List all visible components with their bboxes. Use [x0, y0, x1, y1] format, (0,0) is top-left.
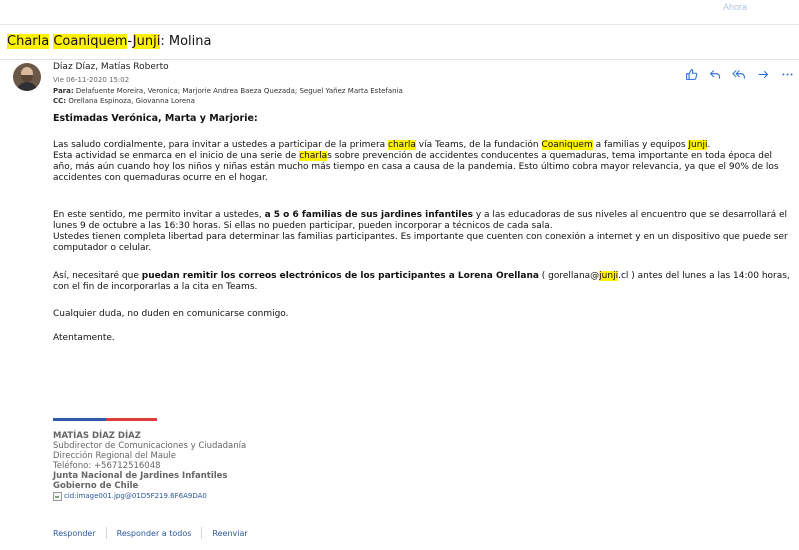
body-text: vía Teams, de la fundación — [415, 140, 542, 150]
signature-role: Subdirector de Comunicaciones y Ciudadan… — [53, 441, 247, 451]
to-line: Para: Delafuente Moreira, Veronica; Marj… — [53, 87, 403, 95]
signature: MATÍAS DÍAZ DÍAZ Subdirector de Comunica… — [53, 431, 246, 504]
greeting: Estimadas Verónica, Marta y Marjorie: — [53, 113, 258, 124]
top-strip: Ahora — [0, 0, 799, 25]
body-paragraph-p4: Cualquier duda, no duden en comunicarse … — [53, 309, 791, 320]
highlighted-term: charla — [388, 140, 416, 150]
reply-icon[interactable] — [707, 66, 723, 82]
signature-name: MATÍAS DÍAZ DÍAZ — [53, 431, 141, 441]
more-icon[interactable] — [779, 66, 795, 82]
sender-name[interactable]: Díaz Díaz, Matías Roberto — [53, 62, 169, 72]
body-paragraph-p2: En este sentido, me permito invitar a us… — [53, 210, 791, 254]
body-text: Cualquier duda, no duden en comunicarse … — [53, 309, 289, 319]
highlighted-term: Junji — [132, 34, 161, 49]
body-text: Las saludo cordialmente, para invitar a … — [53, 140, 389, 150]
body-text: . — [707, 140, 711, 150]
forward-icon[interactable] — [755, 66, 771, 82]
body-text: Así, necesitaré que — [53, 271, 142, 281]
body-paragraph-p1: Las saludo cordialmente, para invitar a … — [53, 140, 791, 184]
highlighted-term: Charla — [7, 34, 50, 49]
signature-gov: Gobierno de Chile — [53, 481, 139, 491]
highlighted-term: Junji — [688, 140, 708, 150]
signature-dept: Dirección Regional del Maule — [53, 451, 177, 461]
message-actions — [683, 66, 795, 82]
bold-text: a 5 o 6 familias de sus jardines infanti… — [264, 210, 473, 220]
highlighted-term: Coaniquem — [541, 140, 593, 150]
separator — [201, 527, 203, 539]
subject-text-part: : Molina — [160, 34, 212, 49]
broken-image-icon — [53, 491, 62, 501]
signature-image-alt: cid:image001.jpg@01D5F219.6F6A9DA0 — [64, 492, 207, 500]
to-label: Para: — [53, 87, 74, 95]
subject-title: Charla Coaniquem-Junji: Molina — [7, 34, 211, 49]
signature-phone: Teléfono: +56712516048 — [53, 461, 161, 471]
body-text: ( gorellana@ — [538, 271, 600, 281]
body-paragraph-p5: Atentamente. — [53, 333, 791, 344]
body-text: Atentamente. — [53, 333, 115, 343]
subject-bar: Charla Coaniquem-Junji: Molina — [0, 25, 799, 60]
signature-org: Junta Nacional de Jardines Infantiles — [53, 471, 228, 481]
highlighted-term: junji — [599, 271, 619, 281]
body-paragraph-p3: Así, necesitaré que puedan remitir los c… — [53, 271, 791, 293]
cc-label: CC: — [53, 97, 67, 105]
signature-image-placeholder[interactable]: cid:image001.jpg@01D5F219.6F6A9DA0 — [53, 491, 207, 501]
reply-button[interactable]: Responder — [53, 529, 96, 538]
like-icon[interactable] — [683, 66, 699, 82]
signature-divider — [53, 418, 157, 421]
forward-button[interactable]: Reenviar — [212, 529, 247, 538]
cc-line: CC: Orellana Espinoza, Giovanna Lorena — [53, 97, 195, 105]
body-text: En este sentido, me permito invitar a us… — [53, 210, 265, 220]
top-faint-text: Ahora — [722, 2, 747, 12]
highlighted-term: Coaniquem — [53, 34, 128, 49]
reply-all-icon[interactable] — [731, 66, 747, 82]
bold-text: puedan remitir los correos electrónicos … — [141, 271, 539, 281]
cc-recipients[interactable]: Orellana Espinoza, Giovanna Lorena — [68, 97, 195, 105]
highlighted-term: charla — [299, 151, 328, 161]
body-text: Ustedes tienen completa libertad para de… — [53, 232, 788, 253]
reply-bar: Responder Responder a todos Reenviar — [53, 527, 248, 539]
body-text: a familias y equipos — [592, 140, 689, 150]
reply-all-button[interactable]: Responder a todos — [117, 529, 192, 538]
avatar[interactable] — [13, 63, 41, 91]
body-text: Esta actividad se enmarca en el inicio d… — [53, 151, 300, 161]
message-body: Estimadas Verónica, Marta y Marjorie: La… — [53, 113, 791, 343]
subject-text-part: - — [127, 34, 133, 49]
to-recipients[interactable]: Delafuente Moreira, Veronica; Marjorie A… — [76, 87, 403, 95]
separator — [105, 527, 107, 539]
message-date: Vie 06-11-2020 15:02 — [53, 76, 130, 84]
